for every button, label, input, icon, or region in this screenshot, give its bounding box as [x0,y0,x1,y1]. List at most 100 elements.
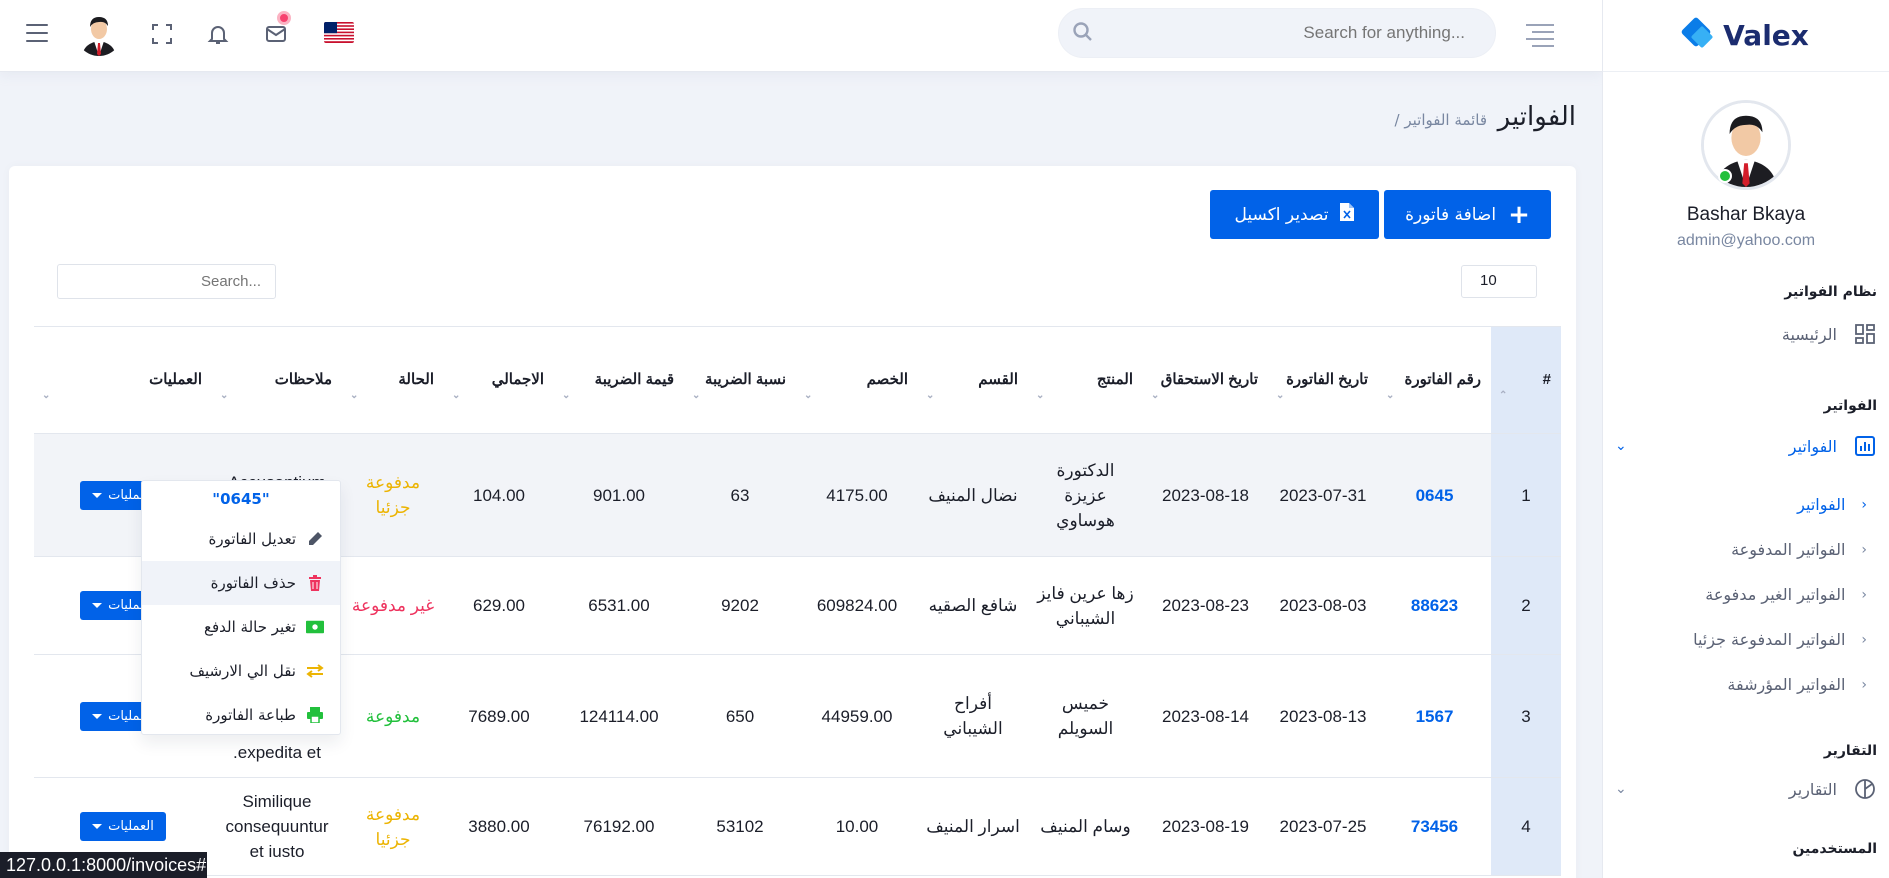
global-search[interactable] [1058,8,1496,58]
tax-value: 76192.00 [554,777,684,876]
brand-logo[interactable]: Valex [1603,0,1889,72]
due-date: 2023-08-23 [1143,556,1268,655]
delete-invoice-item[interactable]: حذف الفاتورة [142,561,340,605]
tax-rate: 9202 [684,556,796,655]
row-number: 3 [1491,654,1561,778]
sort-icon: ⌄ [1036,390,1045,401]
page-length-select[interactable]: 10 [1461,265,1537,298]
add-invoice-button[interactable]: + اضافة فاتورة [1384,190,1551,239]
total: 3880.00 [444,777,554,876]
fullscreen-icon[interactable] [150,22,174,46]
tax-rate: 53102 [684,777,796,876]
sort-asc-icon: ⌃ [1499,390,1508,401]
sidebar-sub-unpaid[interactable]: › الفواتير الغير مدفوعة [1603,572,1889,617]
sort-icon: ⌄ [562,390,571,401]
dashboard-icon [1853,322,1877,346]
mail-icon[interactable] [264,22,288,46]
section-title-users: المستخدمين [1792,841,1877,857]
column-header-total[interactable]: الاجمالي ⌄ [444,326,554,434]
section-title-reports: التقارير [1823,743,1877,759]
us-flag-icon[interactable] [324,22,354,43]
sidebar-sub-paid[interactable]: › الفواتير المدفوعة [1603,527,1889,572]
column-header-invoice-number[interactable]: رقم الفاتورة ⌄ [1378,326,1491,434]
column-header-status[interactable]: الحالة ⌄ [342,326,444,434]
plus-icon: + [1508,199,1530,230]
product: خميس السويلم [1028,654,1143,778]
sidebar-item-invoices[interactable]: الفواتير ⌄ [1603,424,1889,468]
sidebar-item-reports[interactable]: التقارير ⌄ [1603,767,1889,811]
sort-icon: ⌄ [350,390,359,401]
chevron-right-icon: › [1861,631,1867,648]
sidebar-avatar[interactable] [1701,100,1791,190]
caret-down-icon [92,824,103,829]
section-title-invoice-system: نظام الفواتير [1784,284,1877,300]
money-bill-icon [306,618,324,636]
status-badge: مدفوعة جزئيا [365,804,421,849]
export-excel-label: تصدير اكسيل [1234,204,1329,225]
sort-icon: ⌄ [926,390,935,401]
status-badge: مدفوعة جزئيا [365,473,421,517]
tax-rate: 650 [684,654,796,778]
move-to-archive-item[interactable]: نقل الي الارشيف [142,649,340,693]
section: نضال المنيف [918,433,1028,557]
invoice-link[interactable]: 1567 [1416,707,1454,726]
operations-dropdown: "0645" تعديل الفاتورة حذف الفاتورة تغير … [141,480,341,735]
edit-invoice-item[interactable]: تعديل الفاتورة [142,517,340,561]
invoice-date: 2023-08-03 [1268,556,1378,655]
row-number: 2 [1491,556,1561,655]
sidebar-item-home[interactable]: الرئيسية [1603,312,1889,356]
print-invoice-item[interactable]: طباعة الفاتورة [142,693,340,737]
sort-icon: ⌄ [692,390,701,401]
global-search-input[interactable] [1059,9,1495,57]
breadcrumb[interactable]: / قائمة الفواتير [1395,111,1487,129]
invoice-link[interactable]: 0645 [1416,486,1454,505]
file-excel-icon [1340,203,1355,226]
column-header-tax-rate[interactable]: نسبة الضريبة ⌄ [684,326,796,434]
column-header-invoice-date[interactable]: تاريخ الفاتورة ⌄ [1268,326,1378,434]
online-status-dot [1718,169,1732,183]
sort-icon: ⌄ [452,390,461,401]
column-header-discount[interactable]: الخصم ⌄ [796,326,918,434]
table-search-input[interactable] [57,264,276,299]
sort-icon: ⌄ [1151,390,1160,401]
column-header-product[interactable]: المنتج ⌄ [1028,326,1143,434]
search-icon[interactable] [1072,21,1094,43]
header-avatar[interactable] [76,10,122,56]
chevron-right-icon: › [1861,496,1867,513]
due-date: 2023-08-18 [1143,433,1268,557]
invoice-link[interactable]: 88623 [1411,596,1458,615]
column-header-section[interactable]: القسم ⌄ [918,326,1028,434]
column-header-due-date[interactable]: تاريخ الاستحقاق ⌄ [1143,326,1268,434]
sidebar-item-label: الرئيسية [1781,324,1837,344]
sort-icon: ⌄ [220,390,229,401]
export-excel-button[interactable]: تصدير اكسيل [1210,190,1379,239]
discount: 10.00 [796,777,918,876]
logo-icon [1680,15,1717,53]
sidebar-sub-archived[interactable]: › الفواتير المؤرشفة [1603,662,1889,707]
section: اسرار المنيف [918,777,1028,876]
product: زها عرين فايز الشيباني [1028,556,1143,655]
user-profile: Bashar Bkaya admin@yahoo.com [1603,72,1889,250]
align-right-icon[interactable] [1526,24,1554,47]
column-header-operations[interactable]: العمليات ⌄ [34,326,212,434]
section: شافع الصقيه [918,556,1028,655]
invoice-link[interactable]: 73456 [1411,817,1458,836]
bell-icon[interactable] [206,22,230,46]
sidebar-item-label: الفواتير الغير مدفوعة [1705,585,1846,604]
column-header-tax-value[interactable]: قيمة الضريبة ⌄ [554,326,684,434]
operations-button[interactable]: العمليات [80,812,166,841]
column-header-hash[interactable]: # ⌃ [1491,326,1561,434]
sidebar-item-label: الفواتير [1788,436,1837,456]
section: أفراح الشيباني [918,654,1028,778]
sidebar-sub-invoices[interactable]: › الفواتير [1603,482,1889,527]
page-title: الفواتير [1497,102,1576,132]
change-payment-status-item[interactable]: تغير حالة الدفع [142,605,340,649]
user-name: Bashar Bkaya [1686,204,1806,225]
tax-value: 901.00 [554,433,684,557]
brand-name: Valex [1723,19,1809,52]
menu-icon[interactable] [26,24,48,42]
sidebar-item-label: الفواتير المؤرشفة [1727,675,1846,694]
sidebar-sub-partial[interactable]: › الفواتير المدفوعة جزئيا [1603,617,1889,662]
column-header-notes[interactable]: ملاحظات ⌄ [212,326,342,434]
top-header [0,0,1602,72]
